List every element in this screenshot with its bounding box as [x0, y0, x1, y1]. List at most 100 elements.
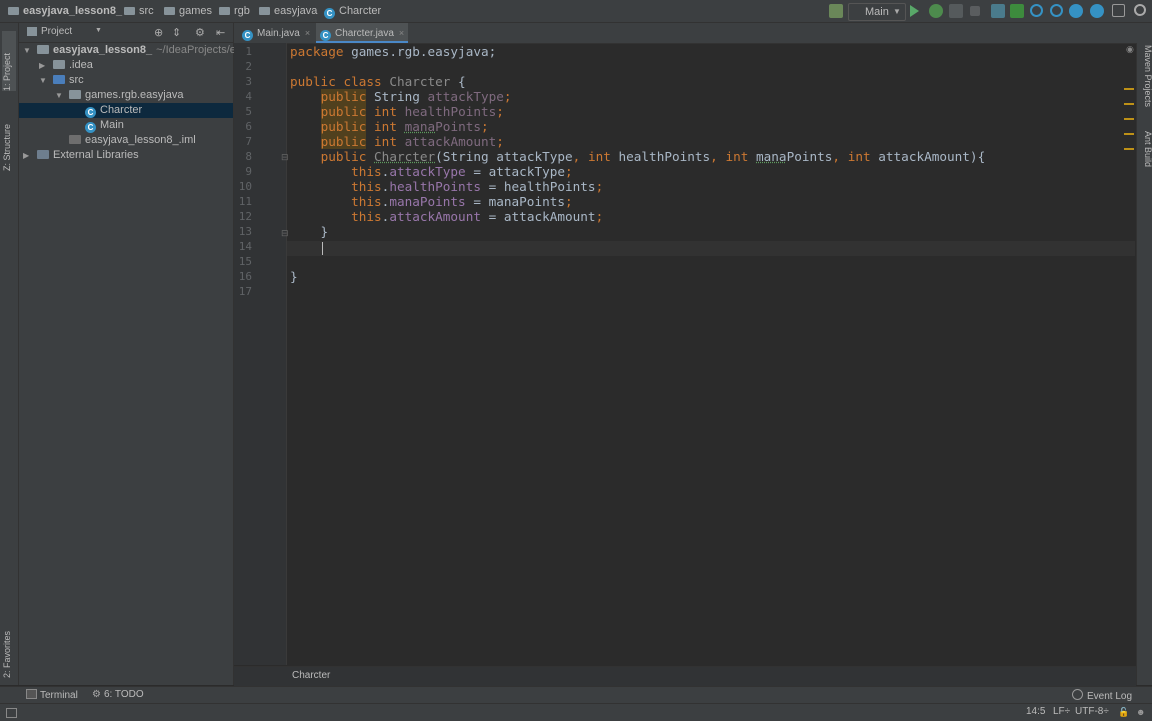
class-icon: C: [242, 30, 253, 41]
fold-icon[interactable]: ⊟: [281, 152, 289, 163]
code-line: public int healthPoints;: [320, 104, 504, 119]
structure-icon[interactable]: [991, 4, 1005, 18]
folder-icon: [124, 7, 135, 15]
breadcrumb-src[interactable]: src: [124, 4, 154, 18]
chevron-down-icon[interactable]: ▼: [23, 43, 33, 58]
module-icon: [37, 45, 49, 54]
code-editor[interactable]: package games.rgb.easyjava; public class…: [287, 43, 1135, 665]
coverage-icon[interactable]: [949, 4, 963, 18]
tree-item-label: games.rgb.easyjava: [85, 89, 184, 101]
breadcrumb-easyjava[interactable]: easyjava: [259, 4, 317, 18]
maven-projects-tab[interactable]: Maven Projects: [1139, 45, 1152, 115]
bottom-tool-bar: Terminal ⚙ 6: TODO Event Log: [0, 686, 1152, 704]
code-line: public String attackType;: [320, 89, 512, 104]
chevron-down-icon[interactable]: ▼: [55, 88, 65, 103]
tree-item[interactable]: ▼ games.rgb.easyjava: [19, 88, 233, 103]
run-icon[interactable]: [910, 5, 919, 17]
info-icon[interactable]: [1069, 4, 1083, 18]
line-number: 9: [245, 165, 252, 178]
tree-item[interactable]: ▶ External Libraries: [19, 148, 233, 163]
close-icon[interactable]: ×: [305, 28, 310, 38]
tree-item-label: src: [69, 74, 84, 86]
tree-item[interactable]: C Charcter: [19, 103, 233, 118]
code-line: public int manaPoints;: [320, 119, 489, 134]
editor-gutter: 1 2 3 4 5 6 7 8 9 10 11 12 13 14 15 16 17: [234, 43, 287, 665]
code-line: public Charcter(String attackType, int h…: [320, 149, 986, 164]
run-configuration-select[interactable]: Main ▼: [848, 3, 906, 21]
scroll-from-source-icon[interactable]: ⊕: [154, 26, 163, 39]
breadcrumb-class[interactable]: C Charcter: [324, 4, 381, 19]
line-number: 3: [245, 75, 252, 88]
breadcrumb-project[interactable]: easyjava_lesson8_: [8, 4, 122, 18]
vcs-commit-icon[interactable]: [1010, 4, 1024, 18]
tree-item[interactable]: C Main: [19, 118, 233, 133]
tree-item[interactable]: ▼ src: [19, 73, 233, 88]
inspector-icon[interactable]: ☻: [1136, 707, 1145, 717]
tree-item[interactable]: ▼ easyjava_lesson8_ ~/IdeaProjects/e: [19, 43, 236, 58]
structure-tool-tab[interactable]: Z: Structure: [2, 101, 16, 171]
navigation-bar: easyjava_lesson8_ src games rgb easyjava…: [0, 0, 1152, 23]
line-separator[interactable]: LF÷: [1053, 706, 1070, 717]
line-number: 17: [238, 285, 252, 298]
inspection-eye-icon[interactable]: ◉: [1126, 44, 1134, 55]
caret-position[interactable]: 14:5: [1026, 706, 1045, 717]
line-number: 13: [238, 225, 252, 238]
line-number: 7: [245, 135, 252, 148]
folder-icon: [53, 60, 65, 69]
help-icon[interactable]: [1090, 4, 1104, 18]
text-caret: [322, 242, 323, 255]
line-number: 6: [245, 120, 252, 133]
favorites-tool-tab[interactable]: 2: Favorites: [2, 608, 16, 678]
warning-marker[interactable]: [1124, 118, 1134, 120]
class-icon: C: [320, 30, 331, 41]
line-number: 1: [245, 45, 252, 58]
gear-icon[interactable]: ⚙: [195, 26, 205, 39]
event-log-icon: [1072, 689, 1083, 700]
todo-tool-tab[interactable]: ⚙ 6: TODO: [92, 689, 144, 700]
breadcrumb-rgb[interactable]: rgb: [219, 4, 250, 18]
folder-icon: [259, 7, 270, 15]
warning-marker[interactable]: [1124, 148, 1134, 150]
tree-item[interactable]: ▶ .idea: [19, 58, 233, 73]
debug-icon[interactable]: [929, 4, 943, 18]
hide-panel-icon[interactable]: ⇤: [216, 26, 225, 39]
tree-item-label: External Libraries: [53, 149, 139, 161]
line-number: 16: [238, 270, 252, 283]
build-icon[interactable]: [829, 4, 843, 18]
project-tool-tab[interactable]: 1: Project: [2, 31, 16, 91]
project-panel-header: Project ▼ ⊕ ⇕ ⚙ ⇤: [19, 23, 233, 43]
right-tool-stripe: Maven Projects Ant Build: [1136, 43, 1152, 685]
search-everywhere-icon[interactable]: [1134, 4, 1146, 16]
tree-item-label: Main: [100, 119, 124, 131]
warning-marker[interactable]: [1124, 88, 1134, 90]
collapse-all-icon[interactable]: ⇕: [172, 26, 181, 39]
chevron-right-icon[interactable]: ▶: [23, 148, 33, 163]
project-view-select[interactable]: Project: [41, 26, 72, 37]
tab-main-java[interactable]: C Main.java ×: [238, 23, 314, 43]
ant-build-tab[interactable]: Ant Build: [1139, 131, 1152, 181]
chevron-down-icon[interactable]: ▼: [39, 73, 49, 88]
breadcrumb-games[interactable]: games: [164, 4, 212, 18]
event-log-tool-tab[interactable]: Event Log: [1072, 689, 1132, 702]
project-structure-icon[interactable]: [1112, 4, 1125, 17]
tree-item[interactable]: easyjava_lesson8_.iml: [19, 133, 233, 148]
code-line: this.healthPoints = healthPoints;: [351, 179, 604, 194]
folder-icon: [164, 7, 175, 15]
line-number: 12: [238, 210, 252, 223]
update-icon[interactable]: [1050, 4, 1063, 17]
tool-windows-toggle-icon[interactable]: [6, 708, 17, 718]
file-encoding[interactable]: UTF-8÷: [1075, 706, 1109, 717]
stop-icon[interactable]: [970, 6, 980, 16]
editor-breadcrumb[interactable]: Charcter: [292, 670, 330, 681]
warning-marker[interactable]: [1124, 103, 1134, 105]
chevron-down-icon[interactable]: ▼: [95, 27, 102, 34]
chevron-right-icon[interactable]: ▶: [39, 58, 49, 73]
tab-charcter-java[interactable]: C Charcter.java ×: [316, 23, 409, 43]
folder-icon: [219, 7, 230, 15]
close-icon[interactable]: ×: [399, 28, 404, 38]
lock-icon[interactable]: 🔓: [1118, 707, 1129, 718]
search-icon[interactable]: [1030, 4, 1043, 17]
terminal-tool-tab[interactable]: Terminal: [26, 689, 78, 701]
fold-icon[interactable]: ⊟: [281, 228, 289, 239]
warning-marker[interactable]: [1124, 133, 1134, 135]
